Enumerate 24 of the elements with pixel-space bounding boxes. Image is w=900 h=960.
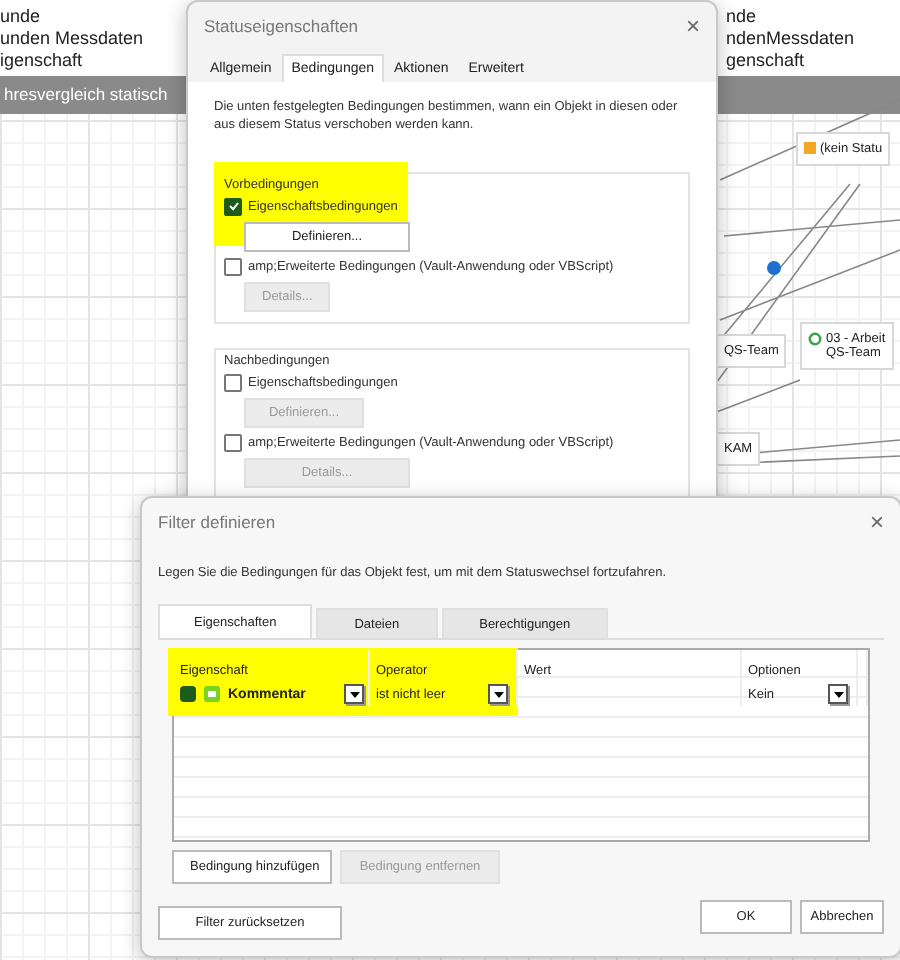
window-title: Filter definieren [158,512,276,532]
caret-icon [491,689,505,699]
checkbox[interactable] [224,257,242,276]
list-text: genschaft [726,50,807,70]
list-text: ndenMessdaten [726,28,855,48]
dropdown-button[interactable] [828,684,848,704]
property-icon [204,686,220,702]
check-icon [227,200,239,213]
close-button[interactable]: × [865,510,888,534]
window-title: Statuseigenschaften [204,16,359,36]
square-icon [804,142,816,154]
caret-icon [831,689,845,699]
status-icon [180,686,196,702]
dropdown-button[interactable] [488,684,508,704]
list-text: unden Messdaten [0,28,144,48]
close-button[interactable]: × [681,14,704,38]
caret-icon [347,689,361,699]
checkbox[interactable] [224,373,242,392]
list-text: unde [0,6,43,26]
ring-icon [808,332,822,346]
checkbox[interactable] [224,433,242,452]
dropdown-button[interactable] [344,684,364,704]
list-text: nde [726,6,759,26]
list-text: igenschaft [0,50,85,70]
